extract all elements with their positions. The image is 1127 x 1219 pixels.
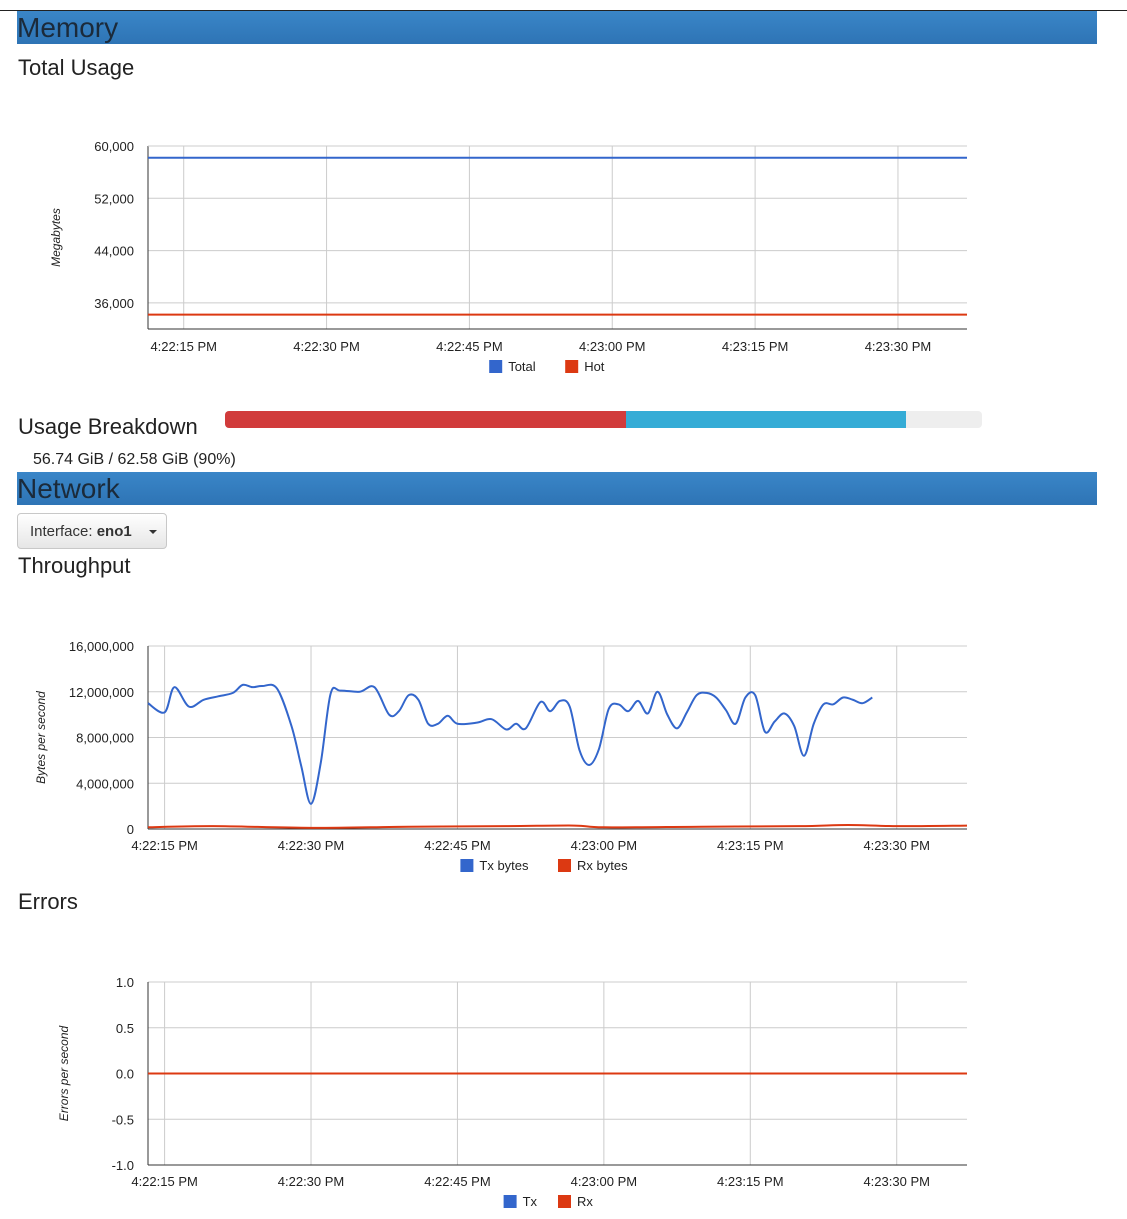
x-tick-label: 4:22:15 PM bbox=[150, 339, 217, 354]
errors-title: Errors bbox=[18, 889, 78, 914]
usage-breakdown-title: Usage Breakdown bbox=[18, 414, 198, 439]
legend-label: Hot bbox=[584, 359, 605, 374]
y-axis-label: Bytes per second bbox=[34, 691, 48, 784]
y-tick-label: -1.0 bbox=[112, 1158, 134, 1173]
x-tick-label: 4:23:30 PM bbox=[865, 339, 932, 354]
legend-label: Rx bytes bbox=[577, 858, 628, 873]
x-tick-label: 4:22:15 PM bbox=[131, 838, 198, 853]
interface-value: eno1 bbox=[96, 523, 132, 540]
y-tick-label: 12,000,000 bbox=[69, 685, 134, 700]
x-tick-label: 4:22:45 PM bbox=[436, 339, 503, 354]
legend-swatch bbox=[460, 859, 474, 872]
legend-label: Tx bytes bbox=[479, 858, 529, 873]
legend-label: Rx bbox=[577, 1194, 593, 1209]
usage-bar-hot-segment bbox=[225, 411, 627, 428]
memory-section-header: Memory bbox=[17, 11, 1097, 44]
network-throughput-chart: 16,000,00012,000,0008,000,0004,000,00004… bbox=[34, 639, 968, 873]
x-tick-label: 4:22:30 PM bbox=[278, 1174, 345, 1189]
series-line-rx-bytes bbox=[147, 823, 968, 829]
x-tick-label: 4:22:45 PM bbox=[424, 838, 491, 853]
x-tick-label: 4:22:15 PM bbox=[131, 1174, 198, 1189]
series-line-tx-bytes bbox=[147, 683, 873, 805]
throughput-title: Throughput bbox=[18, 553, 131, 578]
interface-label: Interface: bbox=[30, 523, 93, 540]
y-tick-label: 0.5 bbox=[116, 1021, 134, 1036]
network-section-header: Network bbox=[17, 472, 1097, 505]
total-usage-title: Total Usage bbox=[18, 55, 135, 80]
interface-dropdown[interactable]: Interface: eno1 bbox=[17, 513, 167, 549]
y-tick-label: 16,000,000 bbox=[69, 639, 134, 654]
legend-swatch bbox=[503, 1195, 517, 1208]
chevron-down-icon bbox=[149, 530, 157, 534]
y-tick-label: -0.5 bbox=[112, 1112, 134, 1127]
y-tick-label: 0.0 bbox=[116, 1067, 134, 1082]
x-tick-label: 4:23:00 PM bbox=[571, 1174, 638, 1189]
usage-bar-other-segment bbox=[626, 411, 907, 428]
x-tick-label: 4:22:30 PM bbox=[278, 838, 345, 853]
x-tick-label: 4:22:45 PM bbox=[424, 1174, 491, 1189]
x-tick-label: 4:22:30 PM bbox=[293, 339, 360, 354]
network-errors-chart: 1.0 0.5 0.0 -0.5 -1.04:22:15 PM 4:22:30 PM 4:2… bbox=[57, 975, 967, 1209]
y-tick-label: 0 bbox=[127, 822, 134, 837]
y-tick-label: 60,000 bbox=[94, 139, 134, 154]
y-tick-label: 44,000 bbox=[94, 244, 134, 259]
y-axis-label: Megabytes bbox=[49, 208, 63, 267]
legend-swatch bbox=[565, 360, 579, 373]
legend-label: Tx bbox=[523, 1194, 538, 1209]
memory-total-usage-chart: 60,000 52,000 44,000 36,000 4:22:15 PM 4:22:3… bbox=[49, 139, 967, 374]
y-tick-label: 52,000 bbox=[94, 191, 134, 206]
x-tick-label: 4:23:15 PM bbox=[722, 339, 789, 354]
y-axis-label: Errors per second bbox=[57, 1025, 71, 1121]
legend-swatch bbox=[558, 1195, 571, 1208]
interface-dropdown-label: Interface: eno1 bbox=[30, 523, 132, 540]
memory-section-title: Memory bbox=[17, 12, 119, 43]
y-tick-label: 36,000 bbox=[94, 296, 134, 311]
usage-breakdown-bar bbox=[225, 411, 982, 428]
legend-swatch bbox=[489, 360, 503, 373]
x-tick-label: 4:23:30 PM bbox=[863, 1174, 930, 1189]
x-tick-label: 4:23:30 PM bbox=[863, 838, 930, 853]
x-tick-label: 4:23:15 PM bbox=[717, 838, 784, 853]
x-tick-label: 4:23:15 PM bbox=[717, 1174, 784, 1189]
network-section-title: Network bbox=[17, 473, 120, 504]
x-tick-label: 4:23:00 PM bbox=[579, 339, 646, 354]
legend-label: Total bbox=[508, 359, 536, 374]
y-tick-label: 8,000,000 bbox=[76, 731, 134, 746]
y-tick-label: 1.0 bbox=[116, 975, 134, 990]
y-tick-label: 4,000,000 bbox=[76, 776, 134, 791]
usage-breakdown-text: 56.74 GiB / 62.58 GiB (90%) bbox=[33, 451, 236, 468]
x-tick-label: 4:23:00 PM bbox=[571, 838, 638, 853]
legend-swatch bbox=[558, 859, 571, 872]
